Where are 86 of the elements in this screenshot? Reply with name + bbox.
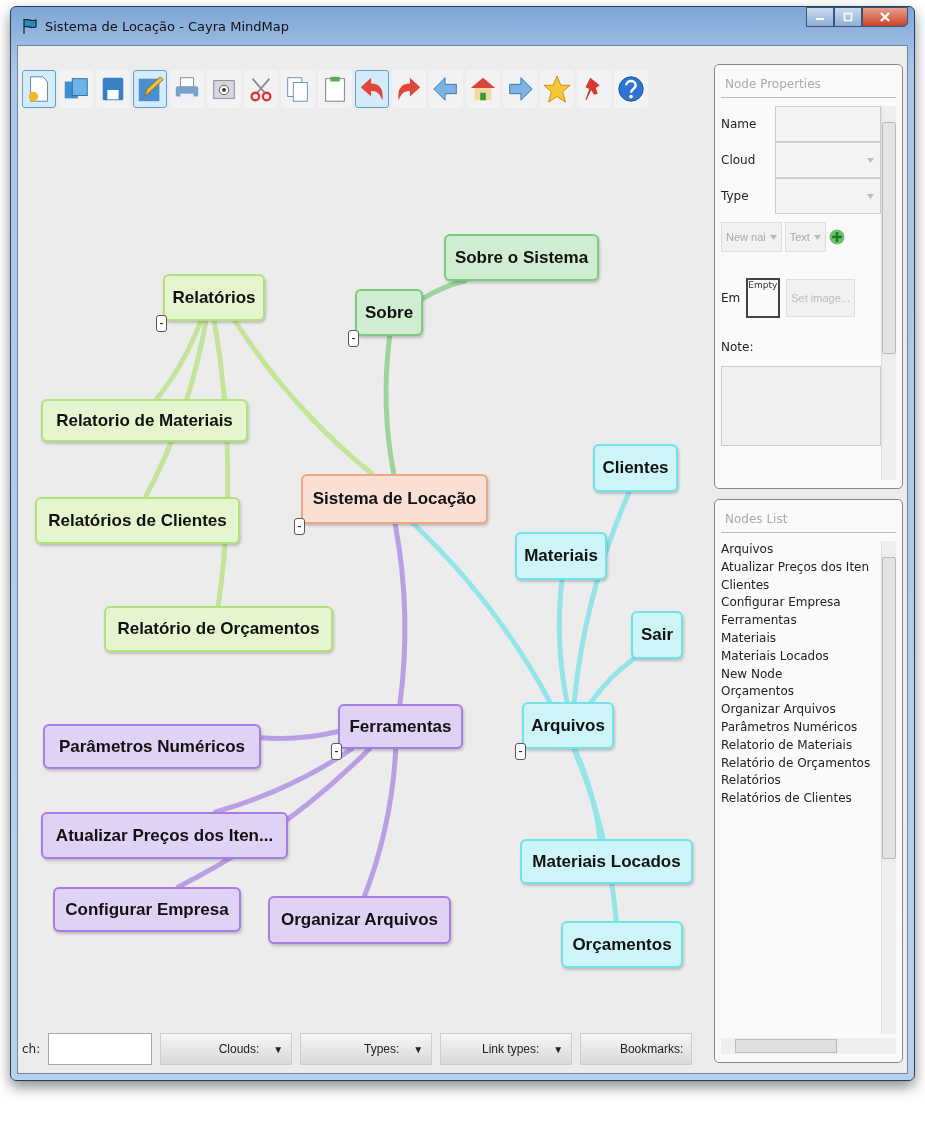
panel-title: Nodes List <box>721 508 896 533</box>
collapse-toggle[interactable]: - <box>515 743 526 760</box>
mindmap-node[interactable]: Sobre <box>355 289 423 336</box>
list-item[interactable]: New Node <box>721 665 881 684</box>
save-icon[interactable] <box>96 70 130 108</box>
caret-icon <box>867 158 874 163</box>
maximize-button[interactable] <box>834 7 862 27</box>
field-label: Type <box>721 189 750 203</box>
image-preview: Empty <box>746 278 781 318</box>
forward-icon[interactable] <box>503 70 537 108</box>
mindmap-node[interactable]: Organizar Arquivos <box>268 896 451 944</box>
filter-dropdown[interactable]: Types: ▼ <box>300 1033 433 1065</box>
collapse-toggle[interactable]: - <box>348 330 359 347</box>
list-item[interactable]: Materiais <box>721 630 881 648</box>
list-item[interactable]: Organizar Arquivos <box>721 701 881 719</box>
mindmap-node[interactable]: Sistema de Locação <box>301 474 488 524</box>
caret-icon <box>769 234 777 240</box>
mindmap-node[interactable]: Relatório de Orçamentos <box>104 606 333 652</box>
mindmap-node[interactable]: Orçamentos <box>561 921 683 968</box>
input-field[interactable] <box>775 106 881 142</box>
open-icon[interactable] <box>59 70 93 108</box>
note-label: Note: <box>721 340 755 354</box>
horizontal-scrollbar[interactable] <box>721 1038 896 1054</box>
list-item[interactable]: Materiais Locados <box>721 647 881 666</box>
maximize-icon <box>842 12 854 22</box>
search-label: ch: <box>22 1042 41 1056</box>
home-icon[interactable] <box>466 70 500 108</box>
caret-icon <box>867 194 874 199</box>
window-title: Sistema de Locação - Cayra MindMap <box>45 18 289 34</box>
mindmap-node[interactable]: Relatórios <box>163 274 265 321</box>
mindmap-node[interactable]: Atualizar Preços dos Iten... <box>41 812 288 859</box>
list-item[interactable]: Relatórios <box>721 772 881 791</box>
close-icon <box>878 11 892 23</box>
list-item[interactable]: Ferramentas <box>721 612 881 630</box>
mindmap-node[interactable]: Clientes <box>593 444 678 492</box>
undo-icon[interactable] <box>355 70 389 108</box>
caret-icon <box>813 234 821 240</box>
edit-icon[interactable] <box>133 70 167 108</box>
list-item[interactable]: Orçamentos <box>721 683 881 702</box>
mindmap-node[interactable]: Relatorio de Materiais <box>41 399 248 442</box>
image-label: Em <box>721 291 741 305</box>
redo-icon[interactable] <box>392 70 426 108</box>
collapse-toggle[interactable]: - <box>156 315 167 332</box>
pin-icon[interactable] <box>577 70 611 108</box>
camera-icon[interactable] <box>207 70 241 108</box>
print-icon[interactable] <box>170 70 204 108</box>
list-item[interactable]: Parâmetros Numéricos <box>721 718 881 737</box>
collapse-toggle[interactable]: - <box>331 743 342 760</box>
add-icon[interactable] <box>828 229 845 245</box>
close-button[interactable] <box>862 7 908 27</box>
new-icon[interactable] <box>22 70 56 108</box>
list-item[interactable]: Atualizar Preços dos Iten <box>721 558 881 577</box>
mindmap-node[interactable]: Materiais <box>515 532 607 580</box>
collapse-toggle[interactable]: - <box>294 518 305 535</box>
back-icon[interactable] <box>429 70 463 108</box>
mindmap-node[interactable]: Sair <box>631 611 683 659</box>
list-item[interactable]: Relatorio de Materiais <box>721 736 881 755</box>
scrollbar[interactable] <box>881 541 896 1034</box>
copy-icon[interactable] <box>281 70 315 108</box>
mindmap-node[interactable]: Materiais Locados <box>520 839 693 884</box>
list-item[interactable]: Relatório de Orçamentos <box>721 754 881 773</box>
link-line <box>420 278 468 301</box>
list-item[interactable]: Relatórios de Clientes <box>721 790 881 808</box>
mindmap-node[interactable]: Parâmetros Numéricos <box>43 724 261 769</box>
cut-icon[interactable] <box>244 70 278 108</box>
filter-dropdown[interactable]: Clouds: ▼ <box>160 1033 293 1065</box>
filter-dropdown[interactable]: Link types: ▼ <box>440 1033 573 1065</box>
mindmap-node[interactable]: Sobre o Sistema <box>444 234 599 281</box>
field-label: Name <box>721 117 757 131</box>
list-item[interactable]: Arquivos <box>721 541 881 559</box>
mindmap-node[interactable]: Ferramentas <box>338 704 463 749</box>
list-item[interactable]: Clientes <box>721 576 881 595</box>
field-label: Cloud <box>721 153 757 167</box>
help-icon[interactable] <box>614 70 648 108</box>
search-field[interactable] <box>48 1033 153 1065</box>
scrollbar[interactable] <box>881 106 896 480</box>
note-field[interactable] <box>721 366 881 446</box>
list-item[interactable]: Configurar Empresa <box>721 594 881 613</box>
mindmap-node[interactable]: Arquivos <box>522 702 614 749</box>
flag-icon <box>21 17 39 35</box>
paste-icon[interactable] <box>318 70 352 108</box>
mindmap-node[interactable]: Relatórios de Clientes <box>35 497 240 544</box>
panel-title: Node Properties <box>721 73 896 98</box>
mindmap-node[interactable]: Configurar Empresa <box>53 887 241 932</box>
filter-dropdown[interactable]: Bookmarks: <box>580 1033 693 1065</box>
minimize-button[interactable] <box>806 7 834 27</box>
